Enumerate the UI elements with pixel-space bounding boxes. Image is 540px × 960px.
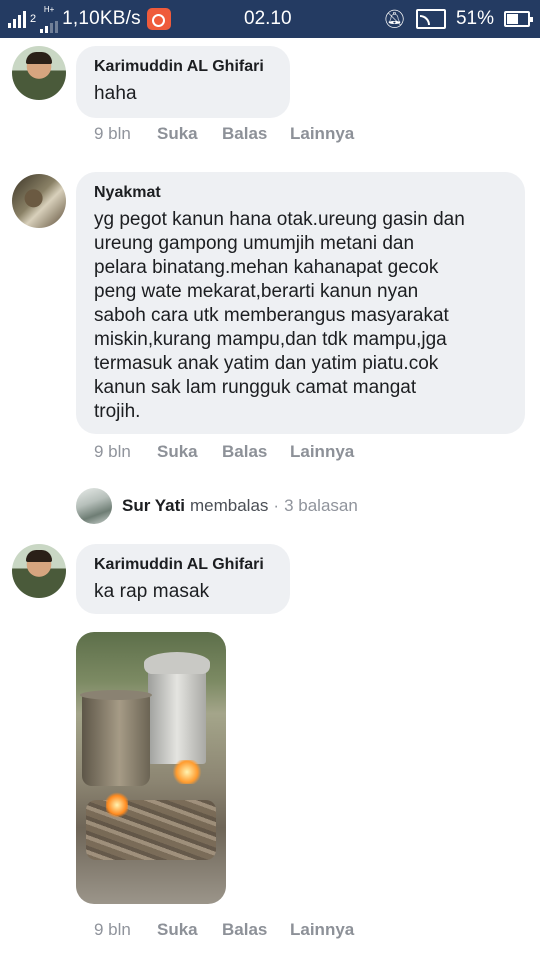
like-button[interactable]: Suka (157, 442, 222, 462)
comment-author[interactable]: Karimuddin AL Ghifari (94, 554, 272, 576)
more-button[interactable]: Lainnya (290, 442, 354, 462)
comment-bubble: Karimuddin AL Ghifari ka rap masak (76, 544, 290, 614)
signal-icon (8, 10, 26, 28)
comment-text: haha (94, 83, 137, 104)
reply-button[interactable]: Balas (222, 920, 290, 940)
comment-time: 9 bln (94, 124, 131, 143)
reply-verb: membalas (190, 496, 269, 515)
reply-button[interactable]: Balas (222, 124, 290, 144)
comment-text: ka rap masak (94, 581, 210, 602)
comment-author[interactable]: Nyakmat (94, 182, 507, 204)
screen-record-icon (146, 8, 171, 30)
comment-actions: 9 bln Suka Balas Lainnya (94, 918, 354, 942)
avatar[interactable] (12, 544, 66, 598)
reply-button[interactable]: Balas (222, 442, 290, 462)
comment-time: 9 bln (94, 920, 131, 939)
battery-icon (504, 11, 533, 27)
comment-photo[interactable] (76, 632, 226, 904)
reply-count: 3 balasan (284, 496, 358, 515)
comment-author[interactable]: Karimuddin AL Ghifari (94, 56, 272, 78)
network-speed: 1,10KB/s (62, 8, 141, 29)
comment-time: 9 bln (94, 442, 131, 461)
avatar (76, 488, 112, 524)
comment-bubble: Karimuddin AL Ghifari haha (76, 46, 290, 118)
reply-author: Sur Yati (122, 496, 185, 515)
comment-text: yg pegot kanun hana otak.ureung gasin da… (94, 209, 465, 422)
sim-label: 2 (30, 12, 37, 25)
cast-icon (415, 9, 446, 29)
signal-2-icon (40, 15, 59, 33)
battery-percent: 51% (455, 8, 494, 29)
like-button[interactable]: Suka (157, 124, 222, 144)
comment-actions: 9 bln Suka Balas Lainnya (94, 440, 354, 464)
comment-bubble: Nyakmat yg pegot kanun hana otak.ureung … (76, 172, 525, 434)
mute-icon: 🔕︎ (383, 8, 406, 29)
like-button[interactable]: Suka (157, 920, 222, 940)
network-type: H+ (43, 4, 55, 14)
reply-separator: · (273, 496, 280, 515)
clock: 02.10 (244, 8, 292, 29)
comment-actions: 9 bln Suka Balas Lainnya (94, 122, 354, 146)
avatar[interactable] (12, 46, 66, 100)
more-button[interactable]: Lainnya (290, 920, 354, 940)
view-replies-link[interactable]: Sur Yati membalas · 3 balasan (76, 488, 358, 524)
status-bar: 2 H+ 1,10KB/s 02.10 🔕︎ 51% (0, 0, 540, 38)
more-button[interactable]: Lainnya (290, 124, 354, 144)
avatar[interactable] (12, 174, 66, 228)
